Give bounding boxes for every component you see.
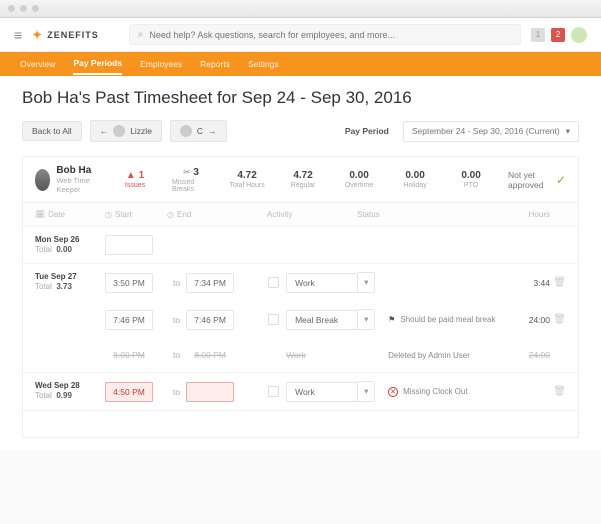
chevron-down-icon: ▾: [566, 126, 570, 137]
tue-row-3-deleted: 8:00 PM to 8:00 PM Work Deleted by Admin…: [93, 338, 578, 372]
row-checkbox[interactable]: [268, 386, 279, 397]
calendar-icon: 🗓: [35, 210, 45, 219]
stat-total-hours: 4.72Total Hours: [228, 170, 266, 189]
user-avatar[interactable]: [571, 27, 587, 43]
approval-status: Not yet approved ✓: [508, 170, 566, 190]
next-emp-label: C: [197, 126, 203, 136]
row-hours: 24:00: [505, 315, 550, 325]
stat-issues[interactable]: ▲ 1 Issues: [116, 170, 154, 189]
employee-avatar: [35, 169, 50, 191]
warning-icon: ▲: [126, 170, 136, 181]
tue-row-1: 3:50 PM to 7:34 PM Work▾ 3:44 🗑: [93, 264, 578, 301]
summary-row: Bob Ha Web Time Keeper ▲ 1 Issues ✂ 3 Mi…: [23, 157, 578, 203]
delete-row-button[interactable]: 🗑: [550, 277, 566, 288]
browser-chrome: [0, 0, 601, 18]
pay-period-value: September 24 - Sep 30, 2016 (Current): [412, 126, 560, 136]
notif-badge-2[interactable]: 2: [551, 28, 565, 42]
nav-settings[interactable]: Settings: [248, 54, 279, 74]
stat-holiday: 0.00Holiday: [396, 170, 434, 189]
approval-text: Not yet approved: [508, 170, 550, 190]
stat-missed-breaks[interactable]: ✂ 3 Missed Breaks: [172, 167, 210, 193]
tue-row-2: 7:46 PM to 7:46 PM Meal Break▾ ⚑Should b…: [93, 301, 578, 338]
stat-pto: 0.00PTO: [452, 170, 490, 189]
row-checkbox: [268, 350, 279, 361]
timesheet-panel: Bob Ha Web Time Keeper ▲ 1 Issues ✂ 3 Mi…: [22, 156, 579, 438]
brand-text: ZENEFITS: [47, 30, 99, 40]
next-employee-button[interactable]: C →: [170, 120, 227, 142]
back-button[interactable]: Back to All: [22, 121, 82, 141]
prev-emp-label: Lizzle: [130, 126, 152, 136]
activity-select: Work: [286, 346, 358, 364]
table-header: 🗓Date ◷Start ◷End Activity Status Hours: [23, 203, 578, 227]
employee-role: Web Time Keeper: [56, 176, 98, 194]
error-icon: ✕: [388, 387, 398, 397]
row-hours: 24:00: [505, 350, 550, 360]
main-nav: Overview Pay Periods Employees Reports S…: [0, 52, 601, 76]
row-status: ✕Missing Clock Out: [376, 387, 505, 397]
row-status: Deleted by Admin User: [376, 351, 505, 360]
row-checkbox[interactable]: [268, 277, 279, 288]
window-min-dot[interactable]: [20, 5, 27, 12]
prev-employee-button[interactable]: ← Lizzle: [90, 120, 162, 142]
page-title: Bob Ha's Past Timesheet for Sep 24 - Sep…: [22, 88, 579, 108]
stat-overtime: 0.00Overtime: [340, 170, 378, 189]
time-end-input: 8:00 PM: [186, 346, 234, 364]
time-start-input: 8:00 PM: [105, 346, 153, 364]
next-avatar: [180, 125, 192, 137]
menu-icon[interactable]: ≡: [14, 27, 22, 43]
time-end-input[interactable]: 7:46 PM: [186, 310, 234, 330]
nav-employees[interactable]: Employees: [140, 54, 182, 74]
pay-period-select[interactable]: September 24 - Sep 30, 2016 (Current) ▾: [403, 121, 579, 142]
nav-pay-periods[interactable]: Pay Periods: [73, 53, 122, 75]
delete-row-button[interactable]: 🗑: [550, 314, 566, 325]
window-max-dot[interactable]: [32, 5, 39, 12]
time-start-input[interactable]: 3:50 PM: [105, 273, 153, 293]
chevron-down-icon[interactable]: ▾: [358, 272, 375, 293]
chevron-down-icon[interactable]: ▾: [358, 381, 375, 402]
row-status: ⚑Should be paid meal break: [376, 315, 505, 324]
notif-badge-1[interactable]: 1: [531, 28, 545, 42]
brand-logo[interactable]: ✦ ZENEFITS: [32, 28, 99, 42]
global-search[interactable]: ⌕: [129, 24, 521, 45]
time-end-input[interactable]: [186, 382, 234, 402]
break-icon: ✂: [183, 167, 191, 177]
wed-row-1-error: 4:50 PM to Work▾ ✕Missing Clock Out 🗑: [93, 373, 578, 410]
arrow-left-icon: ←: [100, 126, 109, 136]
nav-overview[interactable]: Overview: [20, 54, 55, 74]
controls-row: Back to All ← Lizzle C → Pay Period Sept…: [22, 120, 579, 142]
activity-select[interactable]: Work: [286, 273, 358, 293]
time-start-input[interactable]: 7:46 PM: [105, 310, 153, 330]
row-hours: 3:44: [505, 278, 550, 288]
window-close-dot[interactable]: [8, 5, 15, 12]
day-tue: Tue Sep 27 Total 3.73: [23, 264, 93, 291]
clock-start-icon: ◷: [105, 210, 112, 219]
clock-end-icon: ◷: [167, 210, 174, 219]
stat-regular: 4.72Regular: [284, 170, 322, 189]
top-right-icons: 1 2: [531, 27, 587, 43]
mon-empty-row: [93, 227, 578, 263]
topbar: ≡ ✦ ZENEFITS ⌕ 1 2: [0, 18, 601, 52]
time-start-input[interactable]: 4:50 PM: [105, 382, 153, 402]
search-icon: ⌕: [138, 29, 144, 40]
nav-reports[interactable]: Reports: [200, 54, 230, 74]
employee-block: Bob Ha Web Time Keeper: [35, 165, 98, 194]
employee-name: Bob Ha: [56, 165, 98, 176]
day-wed: Wed Sep 28 Total 0.99: [23, 373, 93, 400]
activity-select[interactable]: Meal Break: [286, 310, 358, 330]
prev-avatar: [113, 125, 125, 137]
brand-icon: ✦: [32, 28, 43, 42]
time-start-input[interactable]: [105, 235, 153, 255]
activity-select[interactable]: Work: [286, 382, 358, 402]
delete-row-button[interactable]: 🗑: [550, 386, 566, 397]
flag-icon: ⚑: [388, 315, 395, 324]
row-checkbox[interactable]: [268, 314, 279, 325]
day-mon: Mon Sep 26 Total 0.00: [23, 227, 93, 254]
time-end-input[interactable]: 7:34 PM: [186, 273, 234, 293]
check-icon[interactable]: ✓: [556, 173, 566, 187]
pay-period-label: Pay Period: [345, 126, 389, 136]
chevron-down-icon[interactable]: ▾: [358, 309, 375, 330]
arrow-right-icon: →: [208, 126, 217, 136]
search-input[interactable]: [149, 30, 512, 40]
